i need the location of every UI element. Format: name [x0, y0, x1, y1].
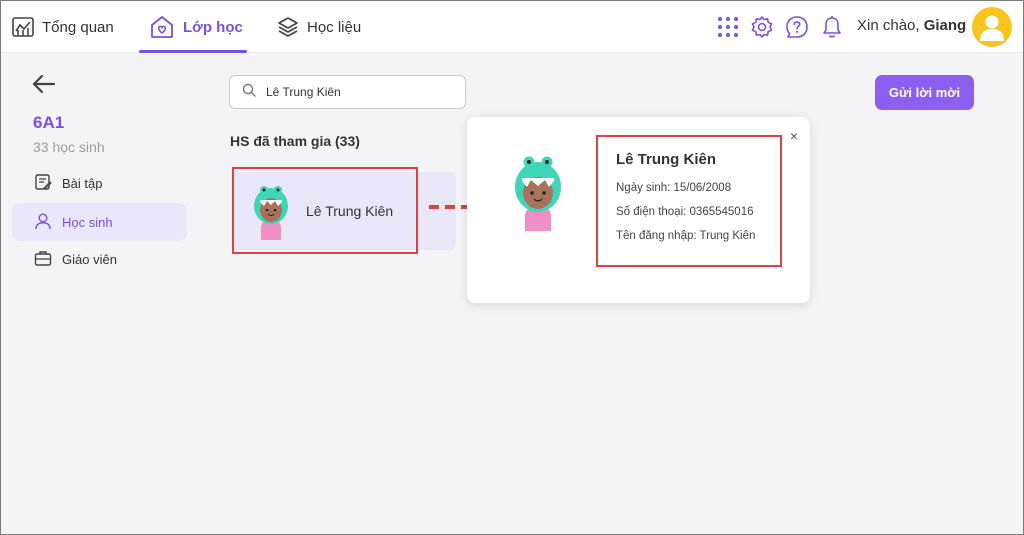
apps-grid-icon[interactable]	[715, 14, 741, 40]
top-navigation-bar: Tổng quan Lớp học Học liệu Xin chào, Gia…	[1, 1, 1023, 53]
sidebar-item-label: Giáo viên	[62, 251, 117, 267]
sidebar-item-teachers[interactable]: Giáo viên	[12, 240, 187, 278]
sidebar-item-assignments[interactable]: Bài tập	[12, 164, 187, 202]
nav-overview[interactable]: Tổng quan	[12, 1, 114, 53]
nav-overview-label: Tổng quan	[42, 18, 114, 36]
class-name: 6A1	[33, 113, 65, 132]
nav-classes[interactable]: Lớp học	[149, 1, 243, 53]
search-icon	[242, 83, 256, 102]
active-tab-indicator	[139, 50, 247, 53]
close-icon[interactable]: ×	[790, 129, 798, 143]
chart-icon	[12, 17, 34, 37]
greeting-prefix: Xin chào,	[857, 17, 920, 34]
user-silhouette-icon	[980, 15, 1004, 41]
popup-student-avatar	[513, 153, 563, 236]
student-name: Lê Trung Kiên	[306, 203, 394, 219]
settings-gear-icon[interactable]	[749, 14, 775, 40]
user-avatar[interactable]	[972, 7, 1012, 47]
person-icon	[34, 212, 52, 233]
send-invite-button[interactable]: Gửi lời mời	[875, 75, 974, 110]
greeting-text: Xin chào, Giang	[857, 17, 966, 34]
student-avatar	[250, 182, 292, 245]
search-box	[229, 75, 466, 109]
joined-students-heading: HS đã tham gia (33)	[230, 133, 360, 149]
student-birthday: Ngày sinh: 15/06/2008	[616, 182, 732, 194]
sidebar-item-students[interactable]: Học sinh	[12, 203, 187, 241]
sidebar-item-label: Bài tập	[62, 175, 103, 191]
class-student-count: 33 học sinh	[33, 139, 105, 155]
nav-materials-label: Học liệu	[307, 18, 362, 36]
nav-materials[interactable]: Học liệu	[277, 1, 361, 53]
student-card[interactable]: Lê Trung Kiên	[232, 167, 456, 254]
help-icon[interactable]	[784, 14, 810, 40]
assignment-icon	[34, 173, 52, 194]
back-arrow-icon[interactable]	[32, 74, 56, 99]
notification-bell-icon[interactable]	[819, 14, 845, 40]
student-username: Tên đăng nhập: Trung Kiên	[616, 230, 756, 242]
search-input[interactable]	[266, 85, 446, 99]
sidebar-item-label: Học sinh	[62, 214, 113, 230]
user-name: Giang	[923, 17, 967, 34]
popup-student-name: Lê Trung Kiên	[616, 151, 717, 168]
layers-icon	[277, 16, 299, 38]
student-phone: Số điện thoại: 0365545016	[616, 206, 754, 218]
home-heart-icon	[149, 14, 175, 40]
student-info-box: Lê Trung Kiên Ngày sinh: 15/06/2008 Số đ…	[596, 135, 782, 267]
briefcase-icon	[34, 249, 52, 270]
student-detail-popup: × Lê Trung Kiên Ngày sinh: 15/06/2008 Số…	[467, 117, 810, 303]
nav-classes-label: Lớp học	[183, 18, 243, 36]
